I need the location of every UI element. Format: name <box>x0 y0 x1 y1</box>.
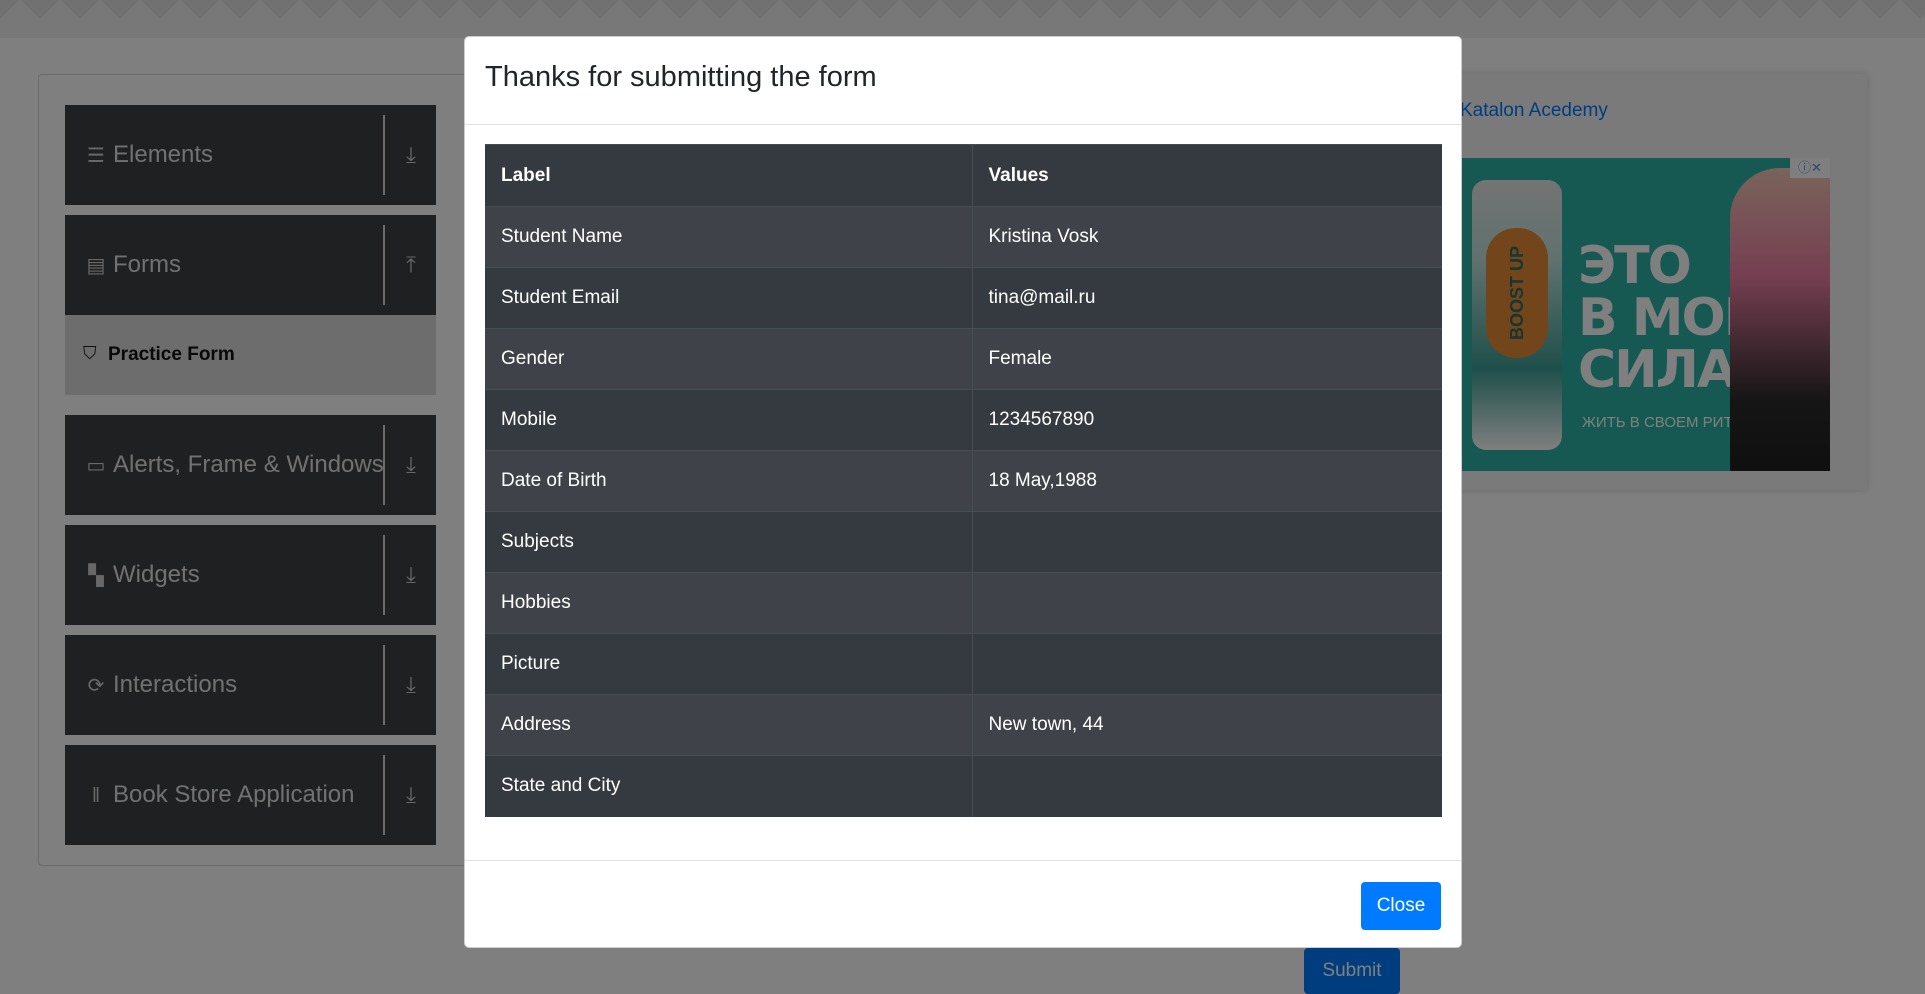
close-button[interactable]: Close <box>1361 882 1441 930</box>
row-label: Student Name <box>485 206 973 268</box>
row-label: Date of Birth <box>485 450 973 512</box>
row-label: Address <box>485 694 973 756</box>
modal-title: Thanks for submitting the form <box>485 61 877 93</box>
table-row: Student Email tina@mail.ru <box>485 267 1442 329</box>
row-value: 1234567890 <box>972 389 1442 451</box>
modal-footer: Close <box>465 860 1461 948</box>
row-label: Gender <box>485 328 973 390</box>
table-row: Student Name Kristina Vosk <box>485 206 1442 268</box>
row-label: Picture <box>485 633 973 695</box>
table-row: Hobbies <box>485 572 1442 634</box>
table-row: Subjects <box>485 511 1442 573</box>
row-label: Student Email <box>485 267 973 329</box>
modal-body: Label Values Student Name Kristina Vosk … <box>485 144 1442 817</box>
table-row: State and City <box>485 755 1442 817</box>
table-row: Gender Female <box>485 328 1442 390</box>
row-label: Subjects <box>485 511 973 573</box>
row-label: State and City <box>485 755 973 817</box>
row-label: Hobbies <box>485 572 973 634</box>
column-header-values: Values <box>972 144 1442 207</box>
row-value <box>972 572 1442 634</box>
row-value <box>972 633 1442 695</box>
row-value: tina@mail.ru <box>972 267 1442 329</box>
column-header-label: Label <box>485 144 973 207</box>
table-row: Date of Birth 18 May,1988 <box>485 450 1442 512</box>
submission-modal: Thanks for submitting the form Label Val… <box>464 36 1462 948</box>
row-value: Female <box>972 328 1442 390</box>
modal-header: Thanks for submitting the form <box>465 37 1461 125</box>
row-label: Mobile <box>485 389 973 451</box>
results-table: Label Values Student Name Kristina Vosk … <box>485 144 1442 817</box>
row-value: 18 May,1988 <box>972 450 1442 512</box>
table-row: Address New town, 44 <box>485 694 1442 756</box>
row-value <box>972 511 1442 573</box>
row-value: Kristina Vosk <box>972 206 1442 268</box>
row-value: New town, 44 <box>972 694 1442 756</box>
table-row: Picture <box>485 633 1442 695</box>
row-value <box>972 755 1442 817</box>
table-row: Mobile 1234567890 <box>485 389 1442 451</box>
table-header-row: Label Values <box>485 144 1442 207</box>
